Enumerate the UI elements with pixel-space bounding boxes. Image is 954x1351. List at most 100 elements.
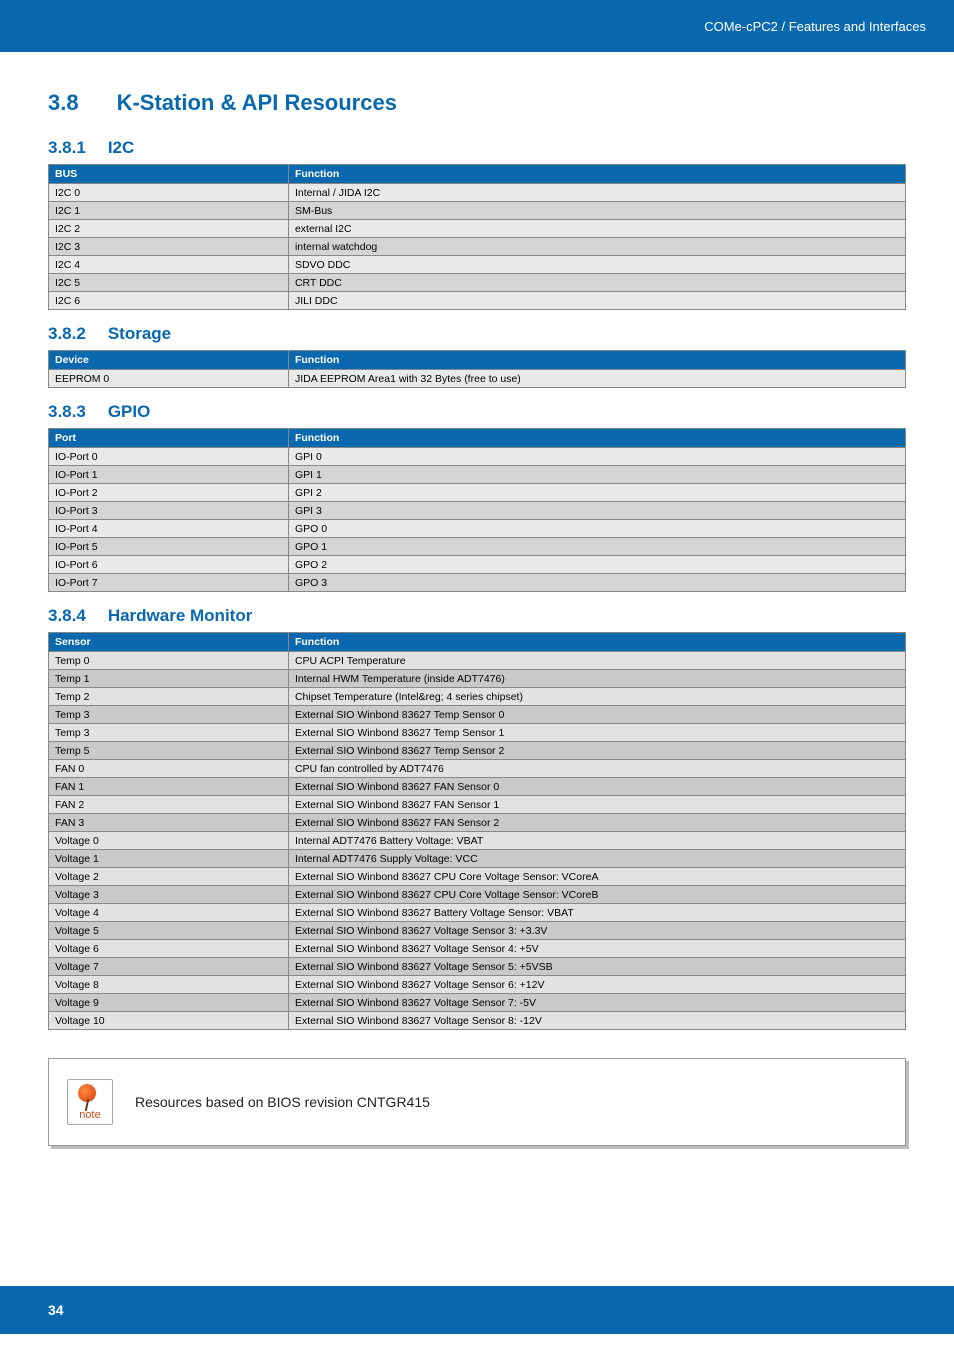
table-row: IO-Port 2GPI 2 [49,484,906,502]
table-cell: Temp 2 [49,688,289,706]
table-cell: I2C 6 [49,292,289,310]
table-row: FAN 3External SIO Winbond 83627 FAN Sens… [49,814,906,832]
table-cell: CPU ACPI Temperature [288,652,905,670]
table-row: I2C 2external I2C [49,220,906,238]
storage-heading: 3.8.2Storage [48,324,906,344]
table-row: Temp 1Internal HWM Temperature (inside A… [49,670,906,688]
table-cell: Voltage 4 [49,904,289,922]
table-cell: External SIO Winbond 83627 Temp Sensor 0 [288,706,905,724]
table-row: Temp 3External SIO Winbond 83627 Temp Se… [49,706,906,724]
footer-bar: 34 [0,1286,954,1334]
table-cell: Voltage 7 [49,958,289,976]
table-row: Temp 3External SIO Winbond 83627 Temp Se… [49,724,906,742]
table-row: I2C 4SDVO DDC [49,256,906,274]
table-cell: EEPROM 0 [49,370,289,388]
section-title: K-Station & API Resources [117,90,397,115]
table-cell: FAN 1 [49,778,289,796]
gpio-heading: 3.8.3GPIO [48,402,906,422]
table-cell: internal watchdog [288,238,905,256]
table-row: Temp 5External SIO Winbond 83627 Temp Se… [49,742,906,760]
table-cell: Internal HWM Temperature (inside ADT7476… [288,670,905,688]
note-box: note Resources based on BIOS revision CN… [48,1058,906,1146]
table-row: Voltage 9External SIO Winbond 83627 Volt… [49,994,906,1012]
table-cell: Voltage 9 [49,994,289,1012]
section-number: 3.8 [48,90,79,115]
table-cell: GPI 0 [288,448,905,466]
table-row: Voltage 1Internal ADT7476 Supply Voltage… [49,850,906,868]
table-cell: CRT DDC [288,274,905,292]
table-cell: Voltage 8 [49,976,289,994]
table-row: Voltage 4External SIO Winbond 83627 Batt… [49,904,906,922]
table-row: I2C 5CRT DDC [49,274,906,292]
table-cell: IO-Port 0 [49,448,289,466]
table-row: I2C 0Internal / JIDA I2C [49,184,906,202]
table-cell: Temp 3 [49,724,289,742]
table-cell: Voltage 1 [49,850,289,868]
i2c-title: I2C [108,138,134,157]
table-row: IO-Port 4GPO 0 [49,520,906,538]
table-cell: IO-Port 3 [49,502,289,520]
table-cell: GPO 2 [288,556,905,574]
table-cell: External SIO Winbond 83627 FAN Sensor 1 [288,796,905,814]
table-row: Voltage 5External SIO Winbond 83627 Volt… [49,922,906,940]
i2c-heading: 3.8.1I2C [48,138,906,158]
table-cell: GPI 2 [288,484,905,502]
section-heading: 3.8 K-Station & API Resources [48,90,906,116]
table-cell: Internal / JIDA I2C [288,184,905,202]
table-cell: I2C 5 [49,274,289,292]
gpio-th-func: Function [288,429,905,448]
table-cell: External SIO Winbond 83627 Temp Sensor 2 [288,742,905,760]
table-row: I2C 6JILI DDC [49,292,906,310]
table-row: Temp 2Chipset Temperature (Intel&reg; 4 … [49,688,906,706]
table-cell: External SIO Winbond 83627 FAN Sensor 2 [288,814,905,832]
table-row: IO-Port 3GPI 3 [49,502,906,520]
table-cell: External SIO Winbond 83627 CPU Core Volt… [288,886,905,904]
i2c-th-func: Function [288,165,905,184]
table-row: Voltage 10External SIO Winbond 83627 Vol… [49,1012,906,1030]
table-cell: Voltage 10 [49,1012,289,1030]
table-cell: JILI DDC [288,292,905,310]
table-cell: IO-Port 4 [49,520,289,538]
table-cell: GPO 1 [288,538,905,556]
page-content: 3.8 K-Station & API Resources 3.8.1I2C BU… [0,52,954,1166]
table-cell: Temp 3 [49,706,289,724]
table-cell: Temp 1 [49,670,289,688]
table-cell: External SIO Winbond 83627 FAN Sensor 0 [288,778,905,796]
table-cell: IO-Port 6 [49,556,289,574]
hw-heading: 3.8.4Hardware Monitor [48,606,906,626]
table-row: Voltage 6External SIO Winbond 83627 Volt… [49,940,906,958]
table-cell: IO-Port 7 [49,574,289,592]
hw-title: Hardware Monitor [108,606,253,625]
table-cell: External SIO Winbond 83627 Temp Sensor 1 [288,724,905,742]
table-cell: Voltage 2 [49,868,289,886]
hw-th-func: Function [288,633,905,652]
note-icon: note [67,1079,113,1125]
i2c-table: BUS Function I2C 0Internal / JIDA I2CI2C… [48,164,906,310]
gpio-number: 3.8.3 [48,402,86,421]
table-row: Voltage 2External SIO Winbond 83627 CPU … [49,868,906,886]
table-row: Voltage 0Internal ADT7476 Battery Voltag… [49,832,906,850]
header-bar: COMe-cPC2 / Features and Interfaces [0,0,954,52]
table-cell: Voltage 3 [49,886,289,904]
table-row: FAN 2External SIO Winbond 83627 FAN Sens… [49,796,906,814]
table-cell: Internal ADT7476 Supply Voltage: VCC [288,850,905,868]
table-cell: External SIO Winbond 83627 Voltage Senso… [288,994,905,1012]
table-cell: GPO 0 [288,520,905,538]
table-row: FAN 1External SIO Winbond 83627 FAN Sens… [49,778,906,796]
table-cell: GPI 1 [288,466,905,484]
table-cell: I2C 3 [49,238,289,256]
table-cell: External SIO Winbond 83627 Voltage Senso… [288,976,905,994]
table-row: IO-Port 5GPO 1 [49,538,906,556]
note-icon-label: note [68,1109,112,1121]
table-cell: Voltage 6 [49,940,289,958]
table-cell: Voltage 0 [49,832,289,850]
table-row: I2C 3internal watchdog [49,238,906,256]
gpio-table: Port Function IO-Port 0GPI 0IO-Port 1GPI… [48,428,906,592]
table-row: IO-Port 7GPO 3 [49,574,906,592]
hw-table: Sensor Function Temp 0CPU ACPI Temperatu… [48,632,906,1030]
storage-title: Storage [108,324,171,343]
table-cell: CPU fan controlled by ADT7476 [288,760,905,778]
table-row: IO-Port 6GPO 2 [49,556,906,574]
table-row: Voltage 7External SIO Winbond 83627 Volt… [49,958,906,976]
storage-th-func: Function [288,351,905,370]
